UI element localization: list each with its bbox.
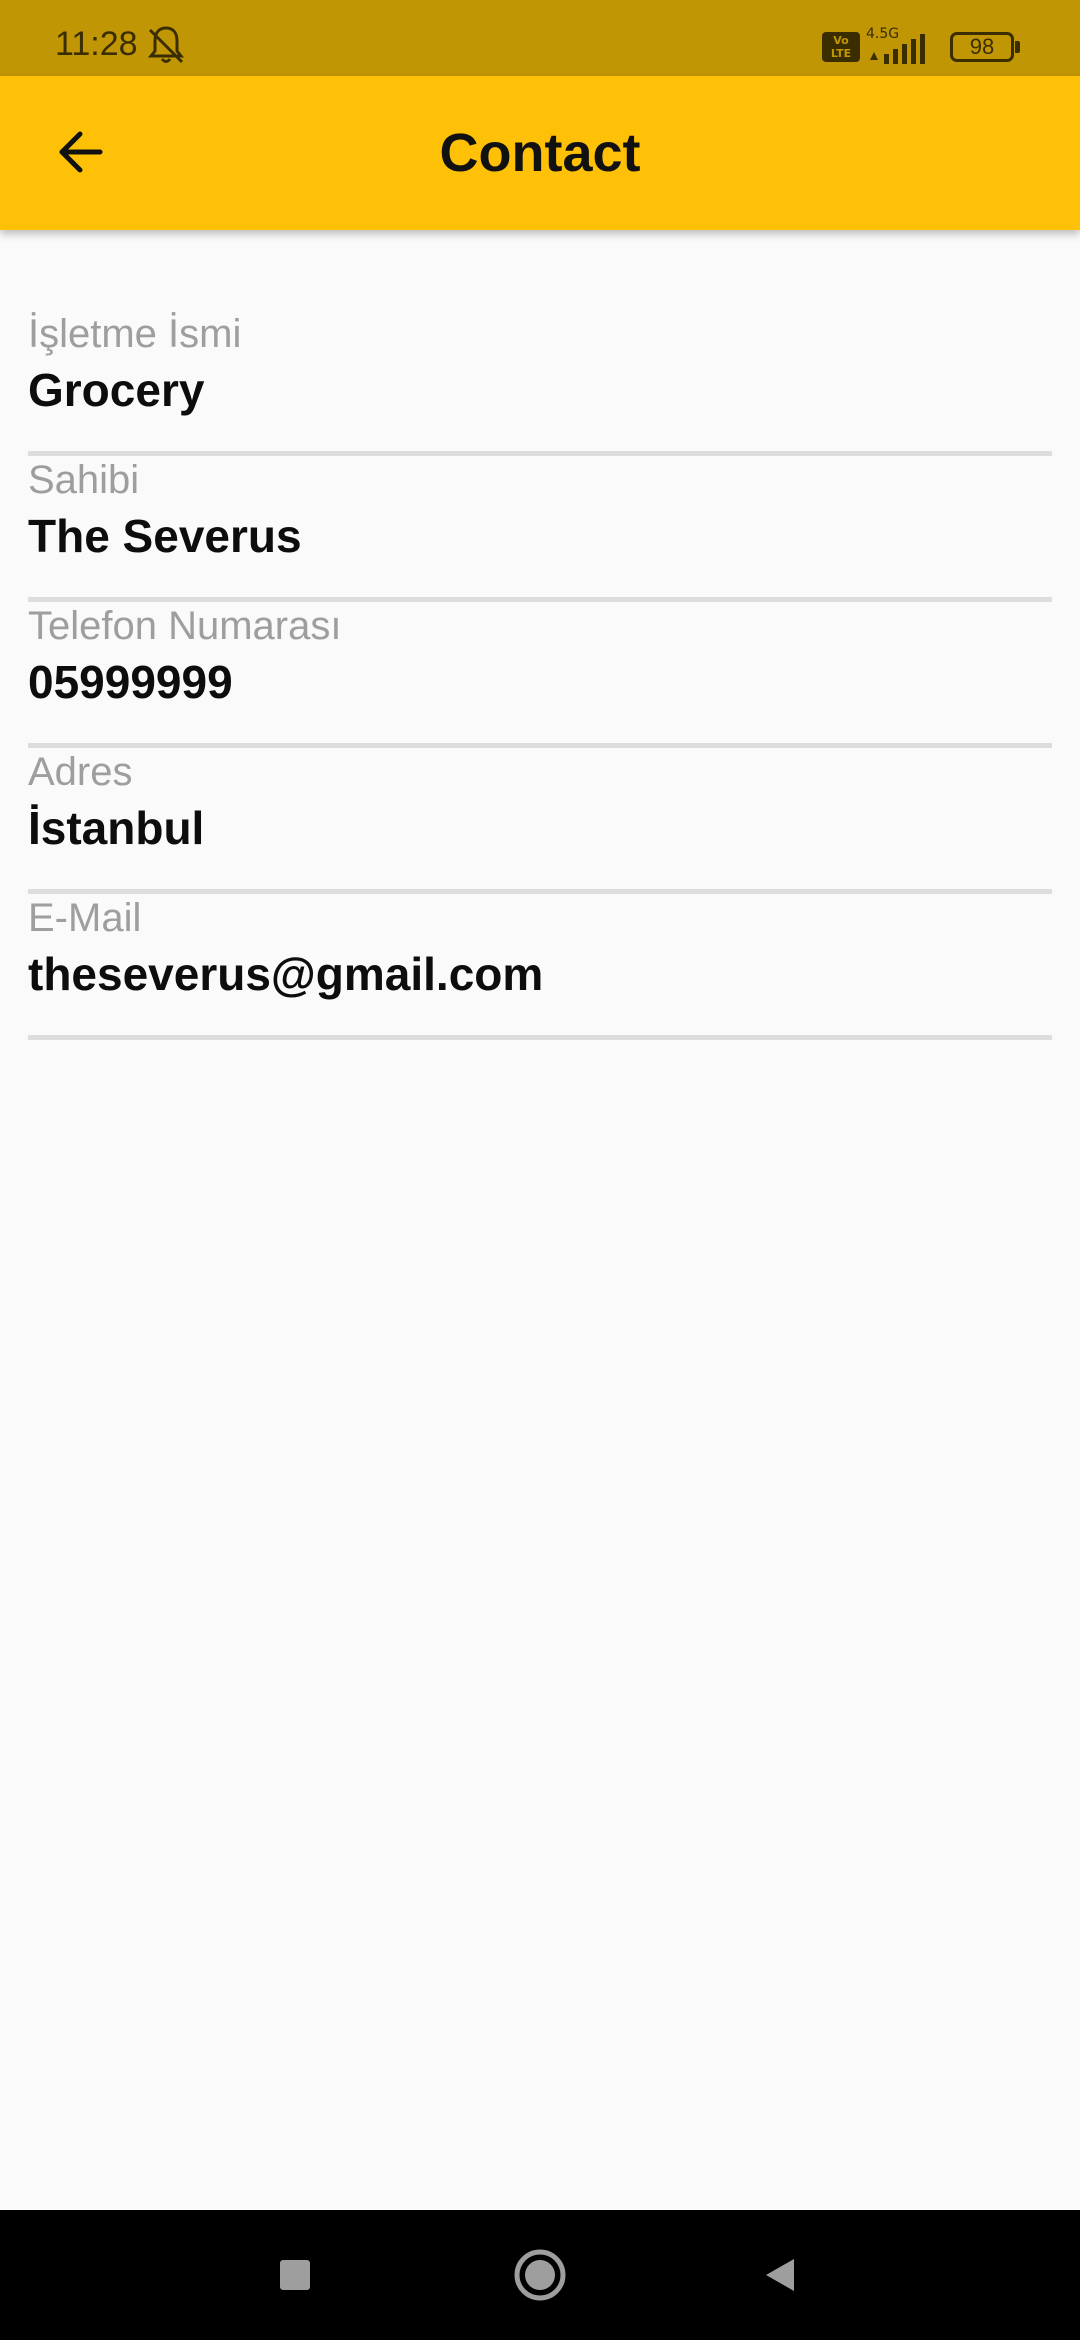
arrow-left-icon [59,131,103,173]
contact-details: İşletme İsmi Grocery Sahibi The Severus … [28,310,1052,1040]
nav-home-button[interactable] [505,2240,575,2310]
back-button[interactable] [40,112,120,192]
page-title: Contact [439,123,641,183]
email-field: E-Mail theseverus@gmail.com [28,894,1052,1040]
field-label: Sahibi [28,458,140,502]
volte-icon: Vo LTE [822,32,860,62]
phone-field: Telefon Numarası 05999999 [28,602,1052,748]
nav-back-button[interactable] [745,2240,815,2310]
battery-tip [1015,41,1020,53]
field-label: İşletme İsmi [28,312,242,356]
status-time: 11:28 [55,25,138,63]
owner-field: Sahibi The Severus [28,456,1052,602]
field-value: theseverus@gmail.com [28,948,544,1000]
battery-icon: 98 [950,32,1014,62]
field-label: Telefon Numarası [28,604,342,648]
field-value: The Severus [28,510,302,562]
field-label: E-Mail [28,896,142,940]
square-icon [280,2260,310,2290]
nav-recents-button[interactable] [260,2240,330,2310]
status-bar: 11:28 Vo LTE 4.5G 98 [0,0,1080,76]
field-value: Grocery [28,364,205,416]
signal-icon [870,34,925,64]
business-name-field: İşletme İsmi Grocery [28,310,1052,456]
field-value: İstanbul [28,802,205,854]
screen: 11:28 Vo LTE 4.5G 98 Contact İşletme İsm… [0,0,1080,2340]
app-bar: Contact [0,76,1080,230]
address-field: Adres İstanbul [28,748,1052,894]
field-label: Adres [28,750,133,794]
triangle-icon [766,2259,794,2291]
field-value: 05999999 [28,656,233,708]
system-nav-bar [0,2210,1080,2340]
bell-off-icon [147,26,185,64]
circle-icon [514,2249,566,2301]
